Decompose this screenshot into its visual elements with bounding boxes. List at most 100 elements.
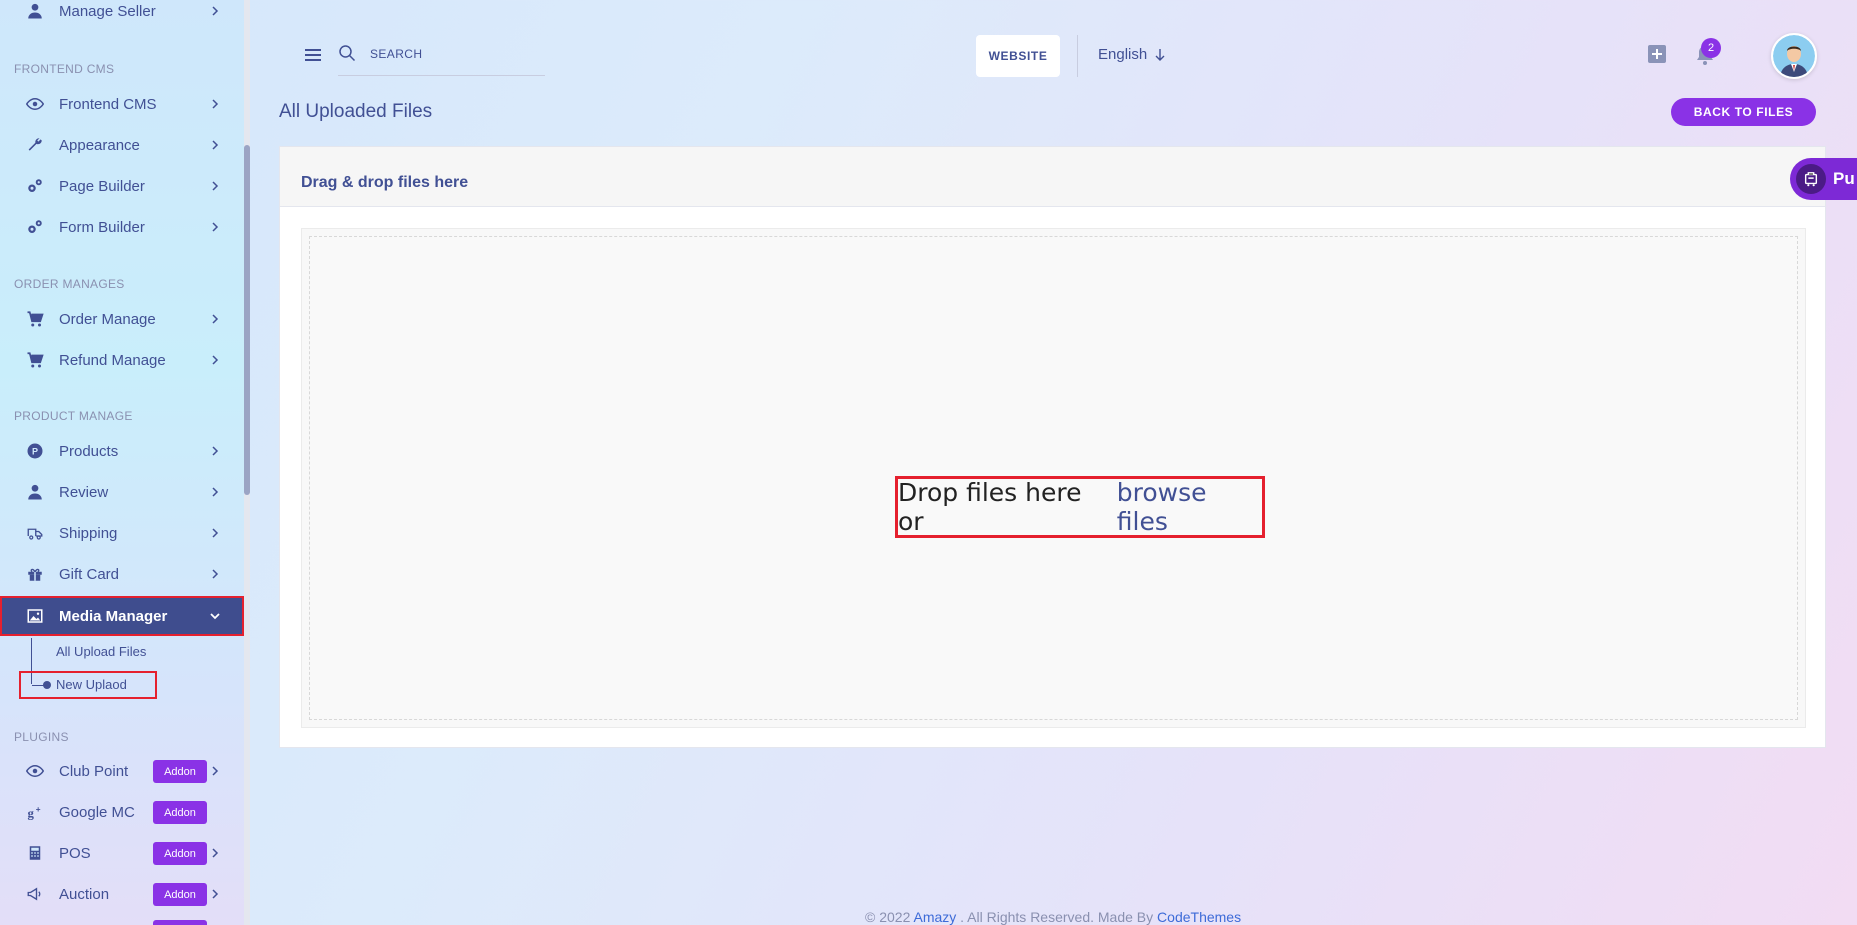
chevron-right-icon — [208, 137, 222, 151]
sidebar-item-appearance[interactable]: Appearance — [0, 125, 244, 165]
section-title-frontend-cms: FRONTEND CMS — [14, 62, 115, 76]
truck-icon — [24, 522, 46, 544]
sidebar-item-order-manage[interactable]: Order Manage — [0, 299, 244, 339]
wrench-icon — [24, 134, 46, 156]
sidebar-item-label: POS — [59, 844, 91, 862]
chevron-right-icon — [208, 845, 222, 859]
browse-files-link[interactable]: browse files — [1117, 478, 1262, 536]
sidebar-item-pos[interactable]: POS Addon — [0, 833, 244, 873]
section-title-order-manages: ORDER MANAGES — [14, 277, 125, 291]
sidebar-subitem-new-upload[interactable]: New Uplaod — [19, 671, 157, 699]
chevron-right-icon — [208, 763, 222, 777]
scrollbar-thumb[interactable] — [244, 145, 250, 495]
back-to-files-button[interactable]: BACK TO FILES — [1671, 98, 1816, 126]
sidebar-item-gift-card[interactable]: Gift Card — [0, 554, 244, 594]
sidebar-item-label: Refund Manage — [59, 351, 166, 369]
sidebar-item-frontend-cms[interactable]: Frontend CMS — [0, 84, 244, 124]
language-label: English — [1098, 46, 1148, 63]
eye-icon — [24, 760, 46, 782]
dropzone-inner[interactable]: Drop files here or browse files — [309, 236, 1798, 720]
gears-icon — [24, 216, 46, 238]
sidebar-item-google-mc[interactable]: g + Google MC Addon — [0, 792, 244, 832]
chevron-right-icon — [208, 178, 222, 192]
sidebar-item-label: Frontend CMS — [59, 95, 157, 113]
active-dot-icon — [43, 681, 51, 689]
sidebar-item-form-builder[interactable]: Form Builder — [0, 207, 244, 247]
sidebar-item-media-manager[interactable]: Media Manager — [0, 596, 244, 636]
sidebar: Manage Seller FRONTEND CMS Frontend CMS … — [0, 0, 244, 925]
section-title-product-manage: PRODUCT MANAGE — [14, 409, 133, 423]
image-icon — [24, 605, 46, 627]
addon-badge: Addon — [153, 801, 207, 824]
svg-text:+: + — [36, 805, 41, 814]
user-avatar[interactable] — [1771, 33, 1817, 79]
search-icon — [338, 44, 356, 62]
svg-text:P: P — [32, 446, 38, 456]
chevron-right-icon — [208, 3, 222, 17]
chevron-down-icon — [208, 608, 222, 622]
sidebar-item-auction[interactable]: Auction Addon — [0, 874, 244, 914]
chevron-right-icon — [208, 96, 222, 110]
sidebar-item-refund-manage[interactable]: Refund Manage — [0, 340, 244, 380]
user-icon — [24, 0, 46, 22]
search-input[interactable] — [370, 40, 540, 68]
sidebar-scrollbar[interactable] — [244, 0, 250, 925]
section-title-plugins: PLUGINS — [14, 730, 69, 744]
chevron-right-icon — [208, 525, 222, 539]
footer-copyright: © 2022 — [865, 909, 911, 925]
cart-icon — [24, 308, 46, 330]
chevron-right-icon — [208, 484, 222, 498]
dropzone-message: Drop files here or browse files — [895, 476, 1265, 538]
sidebar-item-label: Page Builder — [59, 177, 145, 195]
eye-icon — [24, 93, 46, 115]
cart-icon — [1796, 164, 1826, 194]
sidebar-item-club-point[interactable]: Club Point Addon — [0, 751, 244, 791]
header-divider — [1077, 35, 1078, 77]
chevron-right-icon — [208, 352, 222, 366]
product-p-icon: P — [24, 440, 46, 462]
sidebar-item-label: Media Manager — [59, 607, 168, 625]
card-header: Drag & drop files here — [280, 147, 1825, 207]
svg-text:g: g — [28, 806, 35, 820]
sidebar-subitem-all-upload-files[interactable]: All Upload Files — [56, 644, 146, 659]
sidebar-item-products[interactable]: P Products — [0, 431, 244, 471]
sidebar-item-label: Manage Seller — [59, 2, 156, 20]
upload-card: Drag & drop files here Drop files here o… — [279, 146, 1826, 748]
search-bar — [338, 40, 545, 76]
sidebar-item-label: Order Manage — [59, 310, 156, 328]
sidebar-item-label: Auction — [59, 885, 110, 903]
sidebar-item-label: Shipping — [59, 524, 118, 542]
calculator-icon — [24, 842, 46, 864]
sidebar-item-label: Gift Card — [59, 565, 120, 583]
addon-badge-partial — [153, 920, 207, 925]
add-new-icon[interactable] — [1648, 45, 1666, 63]
sidebar-item-label: Form Builder — [59, 218, 145, 236]
user-icon — [24, 481, 46, 503]
sidebar-item-label: Appearance — [59, 136, 140, 154]
chevron-right-icon — [208, 886, 222, 900]
addon-badge: Addon — [153, 842, 207, 865]
language-selector[interactable]: English — [1098, 46, 1166, 63]
dropzone[interactable]: Drop files here or browse files — [301, 228, 1806, 728]
chevron-right-icon — [208, 443, 222, 457]
sidebar-item-manage-seller[interactable]: Manage Seller — [0, 0, 244, 31]
chevron-right-icon — [208, 311, 222, 325]
card-title: Drag & drop files here — [301, 174, 469, 191]
website-button[interactable]: WEBSITE — [976, 35, 1060, 77]
sidebar-item-review[interactable]: Review — [0, 472, 244, 512]
floating-label: Pu — [1833, 169, 1855, 188]
floating-pos-button[interactable]: Pu — [1790, 158, 1857, 200]
drop-instruction: Drop files here or — [898, 478, 1082, 536]
footer-company-link[interactable]: CodeThemes — [1157, 909, 1241, 925]
sidebar-item-label: Review — [59, 483, 109, 501]
footer-brand-link[interactable]: Amazy — [913, 909, 956, 925]
arrow-down-icon — [1155, 48, 1165, 61]
cart-icon — [24, 349, 46, 371]
sidebar-item-page-builder[interactable]: Page Builder — [0, 166, 244, 206]
addon-badge: Addon — [153, 760, 207, 783]
page-title: All Uploaded Files — [279, 101, 433, 122]
addon-badge: Addon — [153, 883, 207, 906]
sidebar-item-shipping[interactable]: Shipping — [0, 513, 244, 553]
sidebar-subitem-label: New Uplaod — [56, 677, 127, 692]
hamburger-menu-icon[interactable] — [303, 45, 323, 65]
